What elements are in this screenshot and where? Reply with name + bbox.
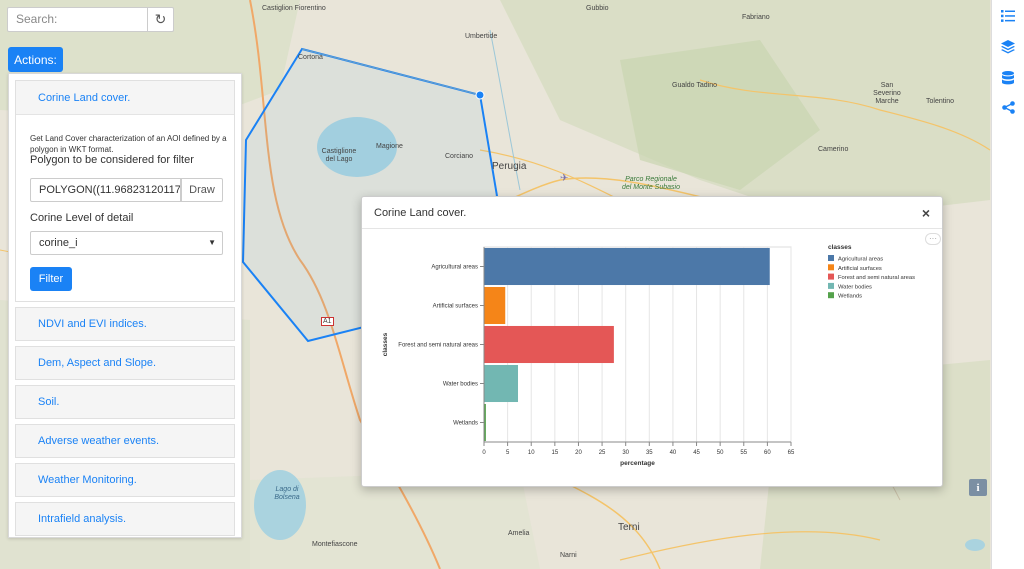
polygon-input[interactable]: POLYGON((11.96823120117 — [30, 178, 181, 202]
map-label: Gubbio — [586, 5, 609, 12]
modal-title: Corine Land cover. — [374, 206, 467, 219]
level-select-value: corine_i — [39, 237, 78, 249]
database-icon[interactable] — [998, 68, 1018, 88]
x-axis-title: percentage — [620, 460, 655, 467]
legend-label: Wetlands — [838, 294, 862, 300]
legend-swatch — [828, 273, 834, 280]
map-label: Castiglione del Lago — [321, 148, 357, 163]
legend-swatch — [828, 264, 834, 271]
section-dem[interactable]: Dem, Aspect and Slope. — [15, 346, 235, 380]
section-adverse-weather[interactable]: Adverse weather events. — [15, 424, 235, 458]
y-tick-label: Forest and semi natural areas — [398, 343, 478, 349]
legend-swatch — [828, 282, 834, 289]
x-tick-label: 25 — [599, 450, 606, 456]
map-label: Narni — [560, 552, 577, 559]
x-tick-label: 20 — [575, 450, 582, 456]
y-tick-label: Agricultural areas — [431, 265, 478, 271]
x-tick-label: 0 — [482, 450, 486, 456]
x-tick-label: 50 — [717, 450, 724, 456]
x-tick-label: 65 — [788, 450, 795, 456]
map-label: Lago di Bolsena — [274, 486, 300, 501]
x-tick-label: 55 — [740, 450, 747, 456]
bar — [484, 325, 614, 364]
legend-label: Water bodies — [838, 284, 872, 290]
map-label: Magione — [376, 143, 403, 150]
x-tick-label: 15 — [552, 450, 559, 456]
corine-description: Get Land Cover characterization of an AO… — [30, 134, 227, 154]
y-axis-title: classes — [382, 332, 389, 356]
x-tick-label: 35 — [646, 450, 653, 456]
level-select[interactable]: corine_i ▼ — [30, 231, 223, 255]
map-label: A1 — [321, 317, 334, 326]
map-label: Perugia — [492, 161, 527, 172]
land-cover-chart: 0 5 10 15 20 25 30 35 40 45 50 55 60 65 Agricultural a… — [382, 244, 915, 467]
close-icon[interactable]: × — [922, 205, 930, 221]
map-label: Amelia — [508, 530, 530, 537]
map-label: Fabriano — [742, 14, 770, 21]
draw-button[interactable]: Draw — [181, 178, 223, 202]
svg-text:✈: ✈ — [560, 173, 568, 184]
bar — [484, 247, 770, 286]
search-input[interactable]: Search: — [7, 7, 148, 32]
chart-modal: Corine Land cover. × ··· 0 5 10 15 20 25 30 35 4… — [361, 196, 943, 487]
share-icon[interactable] — [998, 97, 1018, 117]
polygon-label: Polygon to be considered for filter — [30, 154, 194, 166]
bar — [484, 286, 506, 325]
x-tick-label: 40 — [670, 450, 677, 456]
legend-label: Forest and semi natural areas — [838, 275, 915, 281]
x-tick-label: 45 — [693, 450, 700, 456]
refresh-icon: ↻ — [154, 11, 167, 27]
info-button[interactable]: i — [969, 479, 987, 496]
y-tick-label: Artificial surfaces — [433, 304, 478, 310]
map-label: San Severino Marche — [873, 82, 901, 105]
legend-swatch — [828, 255, 834, 261]
x-tick-label: 60 — [764, 450, 771, 456]
list-icon[interactable] — [998, 6, 1018, 26]
map-label: Montefiascone — [312, 541, 358, 548]
legend-swatch — [828, 292, 834, 299]
layers-icon[interactable] — [998, 37, 1018, 57]
legend-title: classes — [828, 244, 852, 251]
corine-section-header[interactable]: Corine Land cover. — [16, 81, 234, 115]
map-label: Castiglion Fiorentino — [262, 5, 326, 12]
x-tick-label: 5 — [506, 450, 510, 456]
map-label: Umbertide — [465, 33, 498, 40]
x-tick-label: 10 — [528, 450, 535, 456]
x-tick-label: 30 — [622, 450, 629, 456]
section-intrafield[interactable]: Intrafield analysis. — [15, 502, 235, 536]
refresh-button[interactable]: ↻ — [147, 7, 174, 32]
level-label: Corine Level of detail — [30, 212, 134, 224]
section-weather-monitoring[interactable]: Weather Monitoring. — [15, 463, 235, 497]
actions-panel: Corine Land cover. Get Land Cover charac… — [8, 73, 242, 538]
right-toolbar — [991, 0, 1024, 569]
caret-down-icon: ▼ — [208, 238, 216, 247]
bar — [484, 364, 519, 403]
legend-label: Artificial surfaces — [838, 266, 882, 272]
map-label: Camerino — [818, 146, 849, 153]
map-label: Terni — [618, 522, 640, 533]
section-soil[interactable]: Soil. — [15, 385, 235, 419]
map-label: Tolentino — [926, 98, 955, 105]
section-ndvi[interactable]: NDVI and EVI indices. — [15, 307, 235, 341]
filter-button[interactable]: Filter — [30, 267, 72, 291]
y-tick-label: Wetlands — [453, 421, 478, 427]
actions-button[interactable]: Actions: — [8, 47, 63, 72]
map-label: Parco Regionale del Monte Subasio — [622, 176, 680, 191]
map-label: Cortona — [298, 54, 323, 61]
map-label: Gualdo Tadino — [672, 82, 718, 89]
modal-header: Corine Land cover. × — [362, 197, 942, 229]
y-tick-label: Water bodies — [443, 382, 478, 388]
map-label: Corciano — [445, 153, 474, 160]
corine-section: Corine Land cover. Get Land Cover charac… — [15, 80, 235, 302]
legend-label: Agricultural areas — [838, 257, 883, 263]
